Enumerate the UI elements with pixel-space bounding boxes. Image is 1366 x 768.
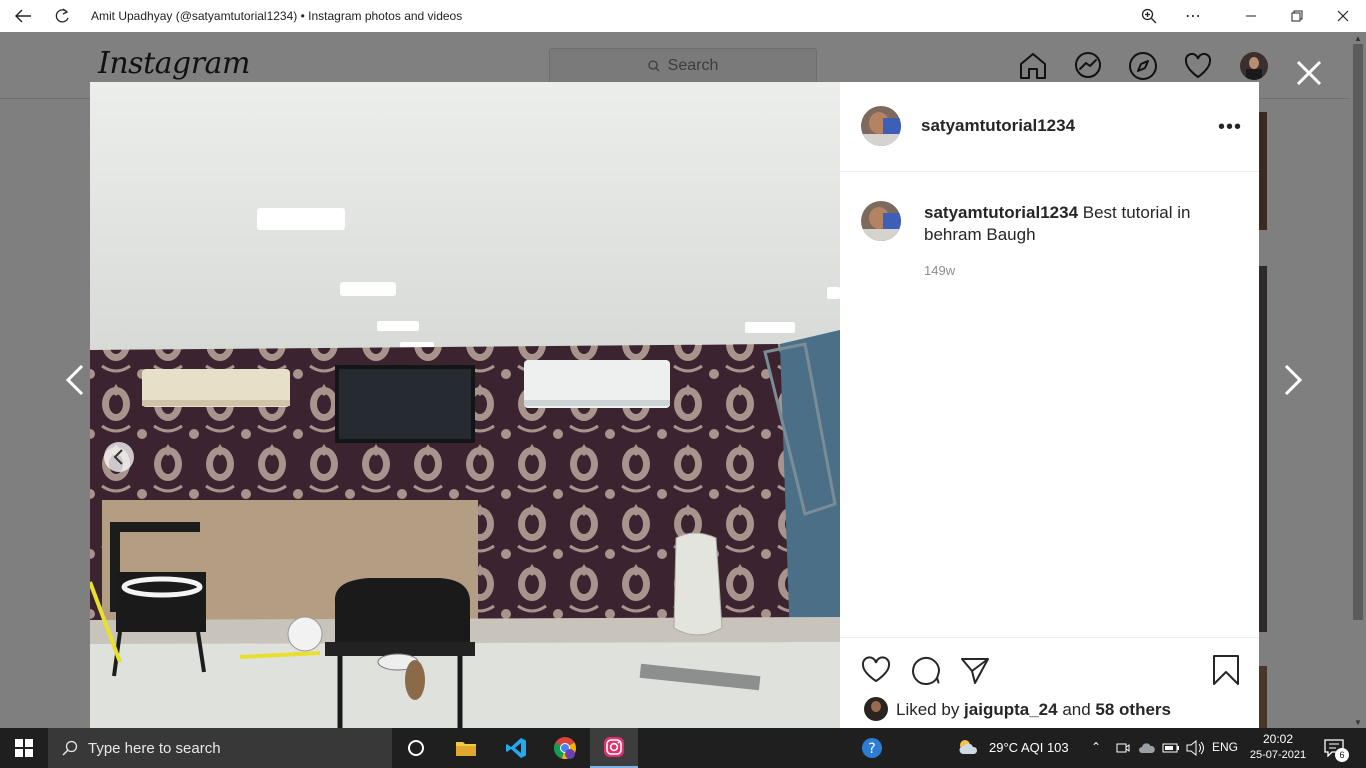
input-language[interactable]: ENG bbox=[1212, 740, 1238, 754]
battery-icon[interactable] bbox=[1162, 741, 1180, 755]
search-input[interactable]: Search bbox=[549, 48, 817, 84]
vscode-icon bbox=[506, 738, 526, 758]
scroll-up-icon[interactable]: ▲ bbox=[1350, 32, 1366, 44]
window-title: Amit Upadhyay (@satyamtutorial1234) • In… bbox=[91, 9, 463, 23]
caption-avatar[interactable] bbox=[861, 201, 901, 241]
search-icon bbox=[62, 740, 78, 756]
close-icon bbox=[1337, 10, 1349, 22]
zoom-button[interactable] bbox=[1126, 0, 1172, 32]
folder-icon bbox=[456, 742, 476, 756]
window-titlebar: Amit Upadhyay (@satyamtutorial1234) • In… bbox=[0, 0, 1366, 32]
search-placeholder: Search bbox=[667, 57, 719, 74]
like-heart-icon[interactable] bbox=[860, 654, 892, 686]
cortana-circle-icon bbox=[408, 740, 424, 756]
author-username[interactable]: satyamtutorial1234 bbox=[921, 116, 1075, 136]
comment-icon[interactable] bbox=[910, 654, 942, 686]
more-options-icon[interactable]: ••• bbox=[1218, 116, 1242, 139]
scroll-down-icon[interactable]: ▼ bbox=[1350, 716, 1366, 728]
grid-thumbnail bbox=[1258, 112, 1267, 230]
liked-others-link[interactable]: 58 others bbox=[1095, 700, 1171, 719]
windows-taskbar: Type here to search ? 29°C AQI 103 ⌃ ENG… bbox=[0, 728, 1366, 768]
scroll-thumb[interactable] bbox=[1353, 44, 1363, 620]
weather-text[interactable]: 29°C AQI 103 bbox=[989, 740, 1069, 755]
grid-thumbnail bbox=[1258, 666, 1267, 728]
explore-icon[interactable] bbox=[1127, 50, 1159, 82]
post-time-ago[interactable]: 149w bbox=[924, 263, 955, 278]
home-icon[interactable] bbox=[1017, 50, 1049, 82]
clock-time[interactable]: 20:02 bbox=[1250, 732, 1306, 746]
minimize-icon bbox=[1246, 15, 1256, 17]
likes-summary: Liked by jaigupta_24 and 58 others bbox=[896, 700, 1171, 720]
clock-date[interactable]: 25-07-2021 bbox=[1247, 749, 1309, 761]
show-hidden-icons-chevron-icon[interactable]: ⌃ bbox=[1091, 740, 1101, 754]
vscode-button[interactable] bbox=[492, 728, 540, 768]
taskbar-search-box[interactable]: Type here to search bbox=[48, 728, 392, 768]
restore-icon bbox=[1291, 10, 1303, 22]
help-button[interactable]: ? bbox=[848, 728, 896, 768]
chrome-button[interactable] bbox=[541, 728, 589, 768]
profile-avatar[interactable] bbox=[1240, 52, 1268, 80]
previous-post-icon[interactable] bbox=[62, 362, 88, 398]
ellipsis-icon: ⋯ bbox=[1185, 8, 1201, 25]
post-actions: Liked by jaigupta_24 and 58 others bbox=[840, 637, 1259, 728]
share-paper-plane-icon[interactable] bbox=[959, 654, 991, 686]
chrome-icon bbox=[554, 737, 576, 760]
start-button[interactable] bbox=[0, 728, 48, 768]
svg-text:?: ? bbox=[868, 741, 875, 757]
search-icon bbox=[647, 60, 660, 72]
weather-cloudy-icon[interactable] bbox=[957, 738, 979, 758]
liked-by-label: Liked by bbox=[896, 700, 965, 719]
post-header: satyamtutorial1234 ••• bbox=[840, 82, 1259, 172]
volume-icon[interactable] bbox=[1186, 740, 1204, 756]
close-modal-icon[interactable] bbox=[1290, 54, 1328, 92]
instagram-app-button[interactable] bbox=[590, 728, 638, 768]
notification-count-badge: 6 bbox=[1335, 748, 1349, 762]
liked-user-link[interactable]: jaigupta_24 bbox=[964, 700, 1058, 719]
messenger-icon[interactable] bbox=[1072, 50, 1104, 82]
page-scrollbar[interactable]: ▲ ▼ bbox=[1350, 32, 1366, 728]
refresh-button[interactable] bbox=[39, 0, 85, 32]
grid-thumbnail bbox=[1258, 266, 1267, 632]
instagram-icon bbox=[604, 737, 624, 757]
taskbar-search-placeholder: Type here to search bbox=[88, 739, 221, 757]
caption-username[interactable]: satyamtutorial1234 bbox=[924, 203, 1078, 222]
windows-logo-icon bbox=[15, 739, 33, 757]
refresh-icon bbox=[55, 8, 69, 23]
activity-heart-icon[interactable] bbox=[1182, 50, 1214, 82]
file-explorer-button[interactable] bbox=[442, 728, 490, 768]
instagram-logo[interactable]: Instagram bbox=[98, 46, 250, 81]
save-bookmark-icon[interactable] bbox=[1210, 654, 1242, 686]
onedrive-cloud-icon[interactable] bbox=[1138, 741, 1156, 755]
liked-and-label: and bbox=[1057, 700, 1096, 719]
post-photo bbox=[90, 82, 840, 728]
close-window-button[interactable] bbox=[1320, 0, 1366, 32]
more-options-button[interactable]: ⋯ bbox=[1170, 0, 1216, 32]
liker-avatar[interactable] bbox=[864, 697, 888, 721]
next-post-icon[interactable] bbox=[1280, 362, 1306, 398]
zoom-in-icon bbox=[1141, 8, 1157, 24]
minimize-button[interactable] bbox=[1228, 0, 1274, 32]
task-view-button[interactable] bbox=[392, 728, 440, 768]
post-caption: satyamtutorial1234 Best tutorial in behr… bbox=[924, 202, 1224, 246]
room-photo-illustration bbox=[90, 82, 840, 728]
meet-now-icon[interactable] bbox=[1116, 741, 1130, 755]
restore-button[interactable] bbox=[1274, 0, 1320, 32]
help-question-icon: ? bbox=[862, 738, 882, 758]
post-details-panel: satyamtutorial1234 ••• satyamtutorial123… bbox=[840, 82, 1259, 728]
author-avatar[interactable] bbox=[861, 106, 901, 146]
back-arrow-icon bbox=[15, 9, 31, 23]
